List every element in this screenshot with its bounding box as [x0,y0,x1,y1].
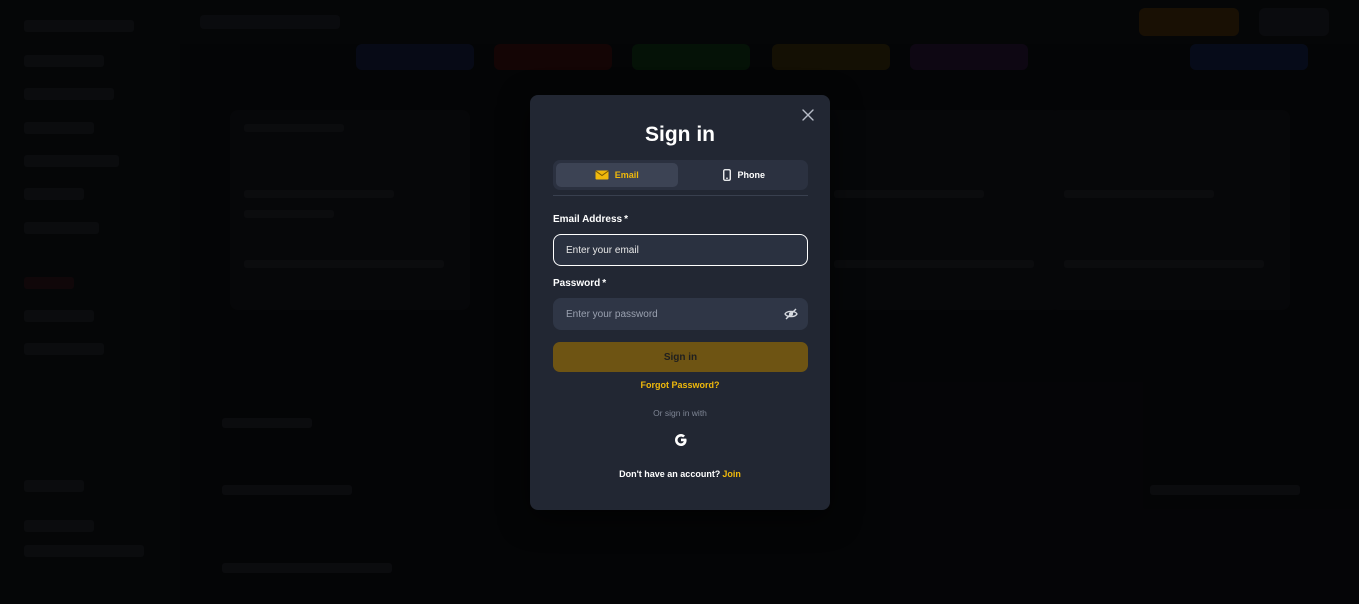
modal-title: Sign in [645,123,715,146]
phone-icon [723,169,732,181]
login-method-tabs: Email Phone [553,160,808,190]
email-label: Email Address * [553,214,629,225]
tab-phone-label: Phone [737,170,765,180]
close-icon [802,109,814,121]
password-label: Password * [553,278,607,289]
join-row: Don't have an account? Join [530,469,830,479]
envelope-icon [594,170,609,180]
tabs-divider [553,195,808,196]
google-sign-in-button[interactable] [673,432,689,448]
password-field[interactable] [553,298,808,330]
google-icon [675,434,687,446]
close-button[interactable] [800,107,816,123]
toggle-password-visibility[interactable] [784,307,798,321]
no-account-text: Don't have an account? [619,469,721,479]
social-sign-in-text: Or sign in with [653,408,707,418]
tab-email[interactable]: Email [556,163,678,187]
forgot-password-link[interactable]: Forgot Password? [530,380,830,390]
email-field[interactable] [553,234,808,266]
tab-phone[interactable]: Phone [684,163,806,187]
sign-in-modal: Sign in Email Phone Email Address* Passw… [530,95,830,510]
eye-slash-icon [784,308,798,320]
sign-in-button[interactable]: Sign in [553,342,808,372]
join-link[interactable]: Join [722,469,741,479]
tab-email-label: Email [614,170,639,180]
